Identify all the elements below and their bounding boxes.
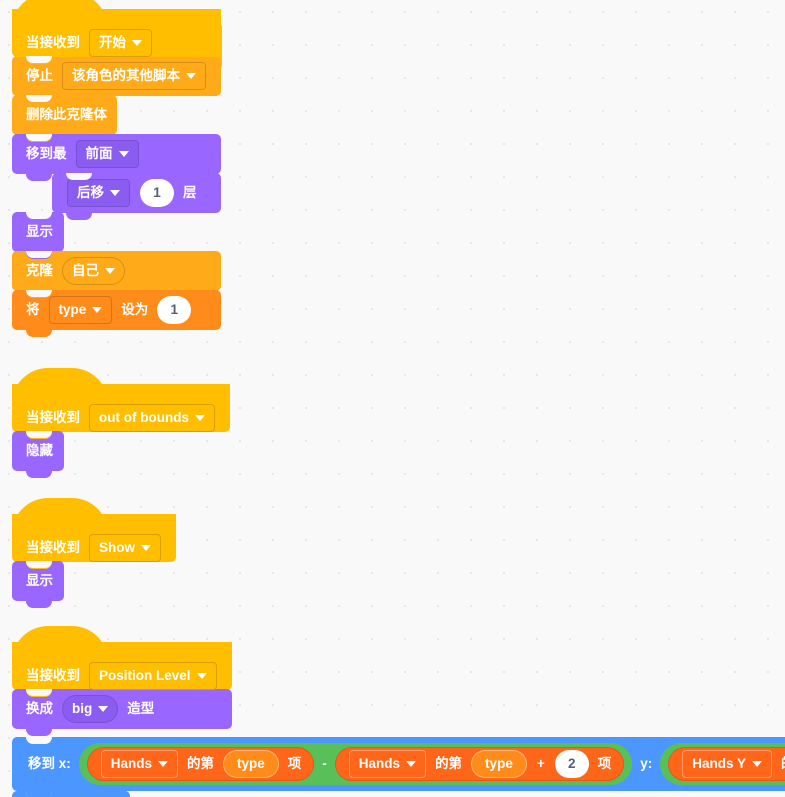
show-label: 显示 [26, 573, 53, 589]
block-switch-costume-to[interactable]: 换成 big 造型 [12, 689, 232, 736]
hat-label: 当接收到 [26, 35, 80, 51]
costume-dropdown[interactable]: big [62, 695, 119, 723]
hat-message-value: 开始 [99, 35, 126, 51]
list-name-dropdown-right[interactable]: Hands [348, 750, 427, 778]
chevron-down-icon [194, 415, 205, 421]
hat-message-value: Show [99, 540, 135, 556]
stop-target-value: 该角色的其他脚本 [72, 68, 180, 84]
list-item-label-right: 项 [597, 756, 612, 772]
chevron-down-icon [752, 761, 763, 767]
index-offset-input[interactable]: 2 [554, 750, 589, 778]
hat-message-value: out of bounds [99, 410, 189, 426]
hat-label: 当接收到 [26, 668, 80, 684]
hat-top-shape [84, 644, 232, 662]
index-variable-left[interactable]: type [223, 750, 279, 778]
hat-when-i-receive-show[interactable]: 当接收到 Show [12, 498, 176, 569]
hat-message-value: Position Level [99, 668, 191, 684]
chevron-down-icon [92, 307, 103, 313]
set-label: 将 [26, 302, 40, 318]
script-out-of-bounds[interactable]: 当接收到 out of bounds 隐藏 [12, 368, 230, 478]
hat-label: 当接收到 [26, 540, 80, 556]
show-label: 显示 [26, 224, 53, 240]
hat-when-i-receive[interactable]: 当接收到 开始 [12, 0, 221, 64]
switch-costume-label: 换成 [26, 701, 53, 717]
list-item-hands-y[interactable]: Hands Y 的第 type 项 [668, 747, 785, 781]
chevron-down-icon [196, 673, 207, 679]
layer-amount-input[interactable]: 1 [140, 179, 174, 207]
subtract-operator-symbol: - [322, 756, 327, 772]
hat-when-i-receive-out-of-bounds[interactable]: 当接收到 out of bounds [12, 368, 230, 439]
chevron-down-icon [132, 40, 142, 46]
script-show[interactable]: 当接收到 Show 显示 [12, 498, 176, 608]
subtract-operator-block[interactable]: Hands 的第 type 项 - Hands 的第 type + 2 项 [78, 743, 633, 785]
costume-value: big [72, 701, 93, 717]
go-to-xy-body[interactable]: 移到 x: Hands 的第 type 项 - Hands 的第 type + … [12, 737, 785, 797]
variable-name-value: type [58, 302, 87, 318]
list-of-label-left: 的第 [187, 756, 215, 772]
hat-top-shape [84, 11, 221, 29]
go-to-layer-label: 移到最 [26, 146, 67, 162]
variable-name-dropdown[interactable]: type [48, 296, 113, 324]
hat-message-dropdown[interactable]: Show [89, 534, 161, 562]
block-go-to-xy[interactable]: 移到 x: Hands 的第 type 项 - Hands 的第 type + … [12, 737, 785, 797]
list-name-value-y: Hands Y [692, 756, 747, 772]
hide-label: 隐藏 [26, 443, 53, 459]
clone-target-dropdown[interactable]: 自己 [62, 257, 125, 285]
layer-unit-label: 层 [183, 185, 197, 201]
hat-message-dropdown[interactable]: out of bounds [89, 404, 215, 432]
list-item-hands-right[interactable]: Hands 的第 type + 2 项 [334, 747, 625, 781]
layer-direction-dropdown[interactable]: 后移 [67, 179, 130, 207]
list-name-dropdown-y[interactable]: Hands Y [682, 750, 773, 778]
hat-when-i-receive-position-level[interactable]: 当接收到 Position Level [12, 626, 232, 697]
block-go-to-layer[interactable]: 移到最 前面 [12, 134, 221, 181]
layer-direction-value: 后移 [77, 185, 104, 201]
hat-top-shape [84, 516, 176, 534]
stop-label: 停止 [26, 68, 53, 84]
chevron-down-icon [158, 761, 169, 767]
script-position-level[interactable]: 当接收到 Position Level 换成 big 造型 [12, 626, 232, 736]
chevron-down-icon [141, 545, 151, 551]
clone-label: 克隆 [26, 263, 53, 279]
block-show-1[interactable]: 显示 [12, 212, 64, 259]
block-create-clone-of[interactable]: 克隆 自己 [12, 251, 221, 298]
hat-message-dropdown[interactable]: 开始 [89, 29, 152, 57]
list-of-label-right: 的第 [435, 756, 463, 772]
chevron-down-icon [110, 190, 120, 196]
list-name-value-left: Hands [110, 756, 153, 772]
block-set-variable-to[interactable]: 将 type 设为 1 [12, 290, 221, 337]
layer-front-back-dropdown[interactable]: 前面 [75, 140, 139, 168]
stop-target-dropdown[interactable]: 该角色的其他脚本 [62, 62, 206, 90]
set-to-label: 设为 [121, 302, 149, 318]
chevron-down-icon [98, 706, 109, 712]
hat-label: 当接收到 [26, 410, 80, 426]
y-expression-wrapper[interactable]: Hands Y 的第 type 项 [660, 743, 785, 785]
list-item-hands-left[interactable]: Hands 的第 type 项 [86, 747, 315, 781]
chevron-down-icon [406, 761, 417, 767]
index-variable-right[interactable]: type [471, 750, 527, 778]
add-operator-symbol: + [536, 756, 545, 772]
chevron-down-icon [105, 268, 115, 274]
chevron-down-icon [186, 73, 196, 79]
chevron-down-icon [118, 151, 129, 157]
block-show-2[interactable]: 显示 [12, 561, 64, 608]
clone-target-value: 自己 [72, 263, 99, 279]
script-receive-start[interactable]: e 当接收到 开始 停止 该角色的其他脚本 删除此克隆体 移到最 前面 后移 [12, 0, 222, 337]
go-to-x-label: 移到 x: [28, 756, 71, 772]
hat-message-dropdown[interactable]: Position Level [89, 662, 217, 690]
go-to-y-label: y: [640, 756, 653, 772]
list-name-dropdown-left[interactable]: Hands [100, 750, 179, 778]
delete-clone-label: 删除此克隆体 [26, 107, 107, 123]
costume-suffix-label: 造型 [127, 701, 155, 717]
hat-top-shape [84, 386, 230, 404]
layer-front-back-value: 前面 [85, 146, 113, 162]
variable-value-input[interactable]: 1 [157, 296, 192, 324]
block-hide[interactable]: 隐藏 [12, 431, 64, 478]
list-of-label-y: 的第 [777, 757, 785, 771]
list-name-value-right: Hands [358, 756, 401, 772]
list-item-label-left: 项 [287, 756, 302, 772]
block-change-layer-by[interactable]: 后移 1 层 [52, 173, 221, 220]
block-stop-other-scripts[interactable]: 停止 该角色的其他脚本 [12, 56, 221, 103]
